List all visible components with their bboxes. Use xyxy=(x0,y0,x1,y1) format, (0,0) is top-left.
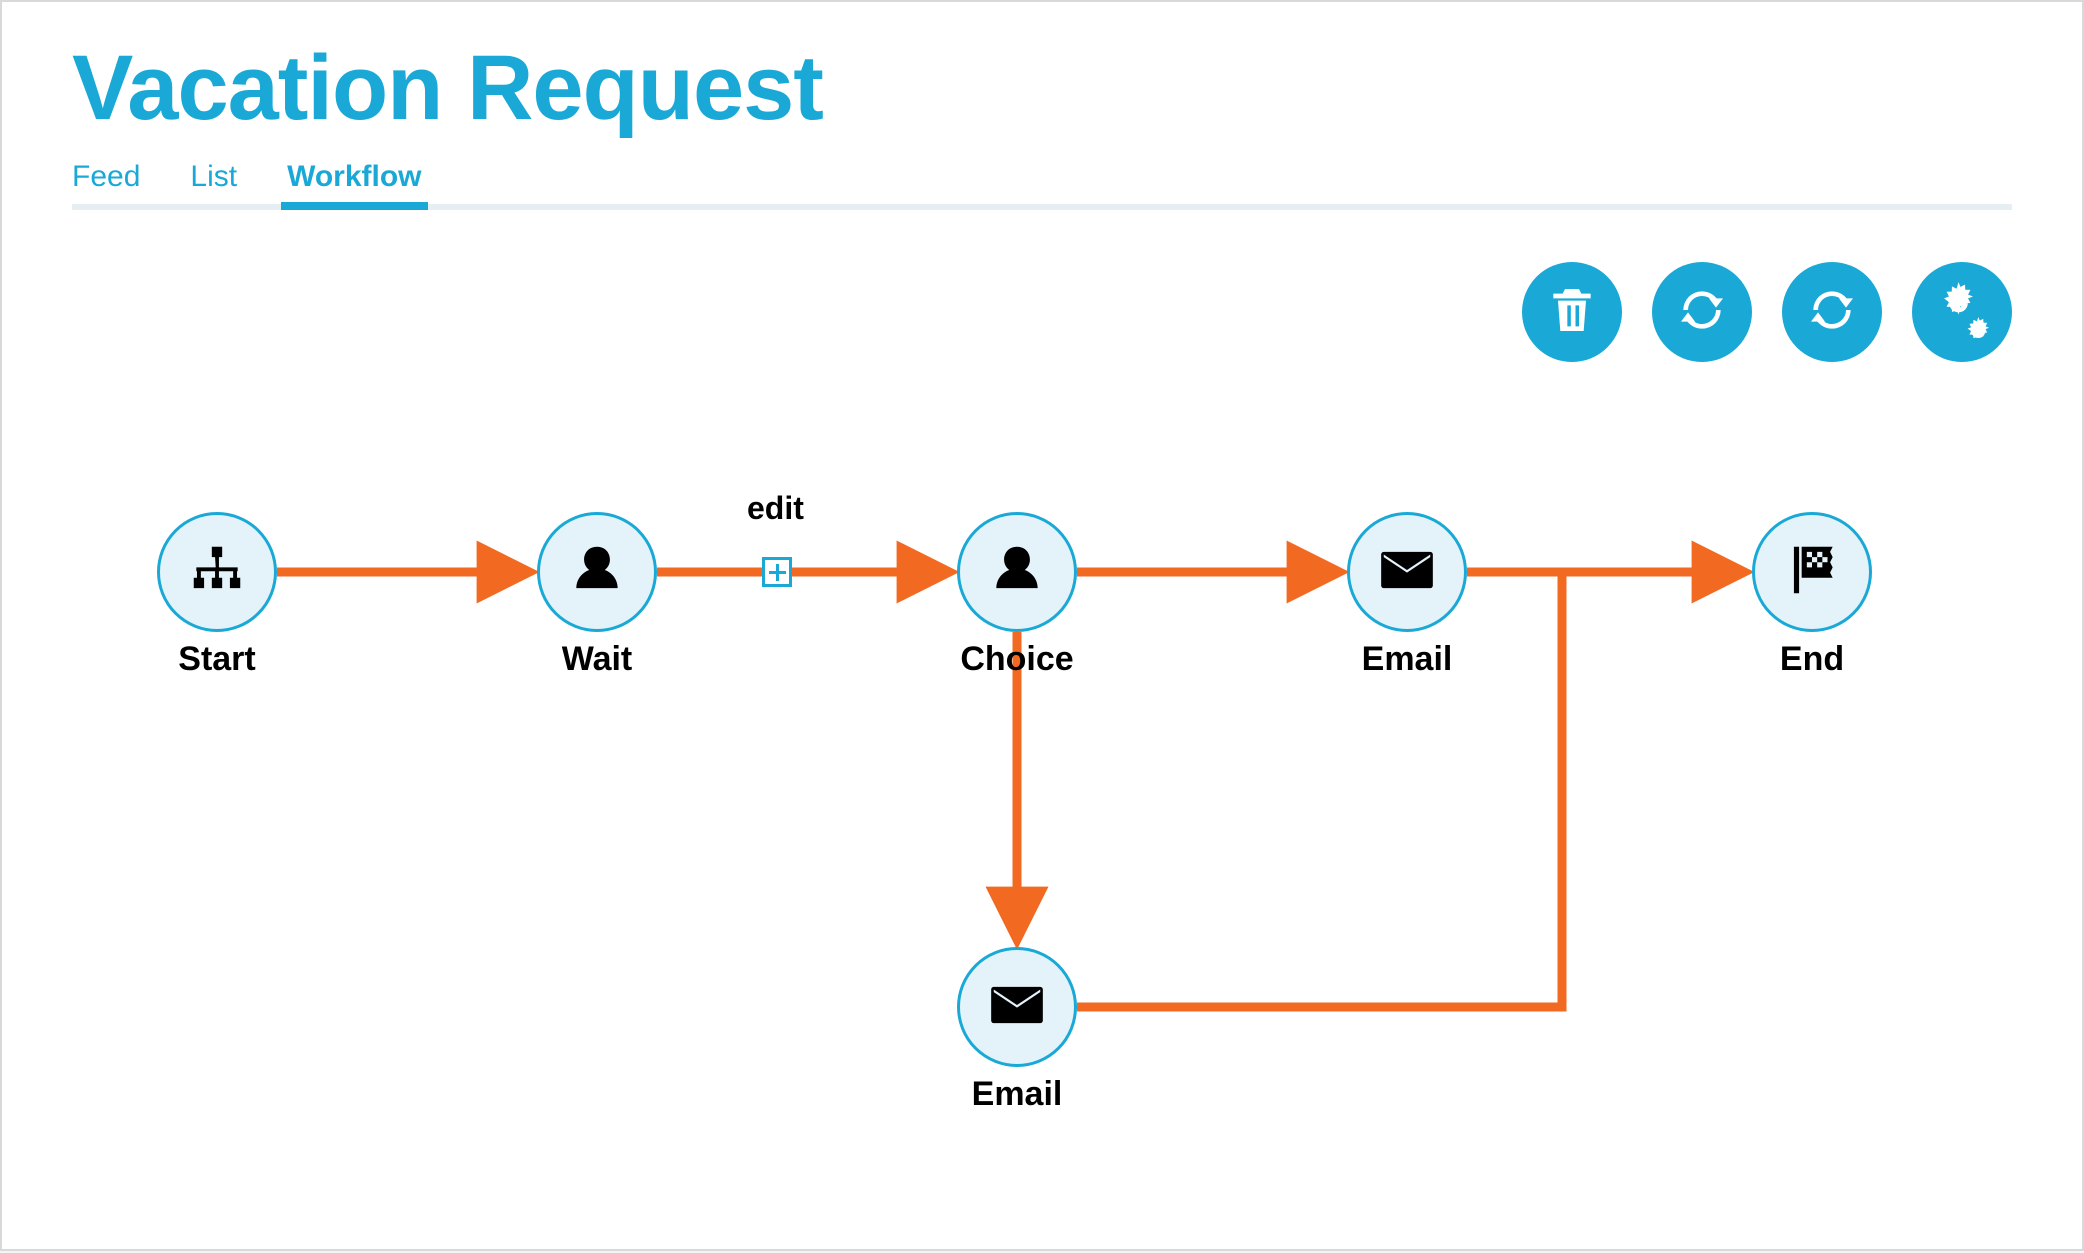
node-choice[interactable]: Choice xyxy=(957,512,1077,632)
refresh-button[interactable] xyxy=(1652,262,1752,362)
tab-workflow[interactable]: Workflow xyxy=(287,154,421,204)
email-icon xyxy=(986,974,1048,1041)
tab-feed[interactable]: Feed xyxy=(72,154,140,204)
user-check-icon xyxy=(986,539,1048,606)
email-icon xyxy=(1376,539,1438,606)
user-check-icon xyxy=(566,539,628,606)
flag-icon xyxy=(1781,539,1843,606)
edge-label-edit: edit xyxy=(747,490,804,527)
node-email-2[interactable]: Email xyxy=(957,947,1077,1067)
tab-bar: Feed List Workflow xyxy=(72,154,2012,210)
page-title: Vacation Request xyxy=(72,42,2012,134)
node-end[interactable]: End xyxy=(1752,512,1872,632)
settings-button[interactable] xyxy=(1912,262,2012,362)
add-step-button[interactable] xyxy=(762,557,792,587)
node-email-1[interactable]: Email xyxy=(1347,512,1467,632)
toolbar xyxy=(1522,262,2012,362)
node-label: Email xyxy=(1362,640,1453,679)
tab-list[interactable]: List xyxy=(190,154,237,204)
refresh-icon xyxy=(1674,282,1730,343)
node-label: End xyxy=(1780,640,1844,679)
node-label: Start xyxy=(178,640,255,679)
refresh-icon xyxy=(1804,282,1860,343)
delete-button[interactable] xyxy=(1522,262,1622,362)
node-label: Wait xyxy=(562,640,633,679)
app-frame: Vacation Request Feed List Workflow xyxy=(0,0,2084,1251)
node-label: Choice xyxy=(960,640,1073,679)
refresh-alt-button[interactable] xyxy=(1782,262,1882,362)
node-wait[interactable]: Wait xyxy=(537,512,657,632)
hierarchy-icon xyxy=(186,539,248,606)
trash-icon xyxy=(1544,282,1600,343)
gears-icon xyxy=(1934,282,1990,343)
node-start[interactable]: Start xyxy=(157,512,277,632)
node-label: Email xyxy=(972,1075,1063,1114)
